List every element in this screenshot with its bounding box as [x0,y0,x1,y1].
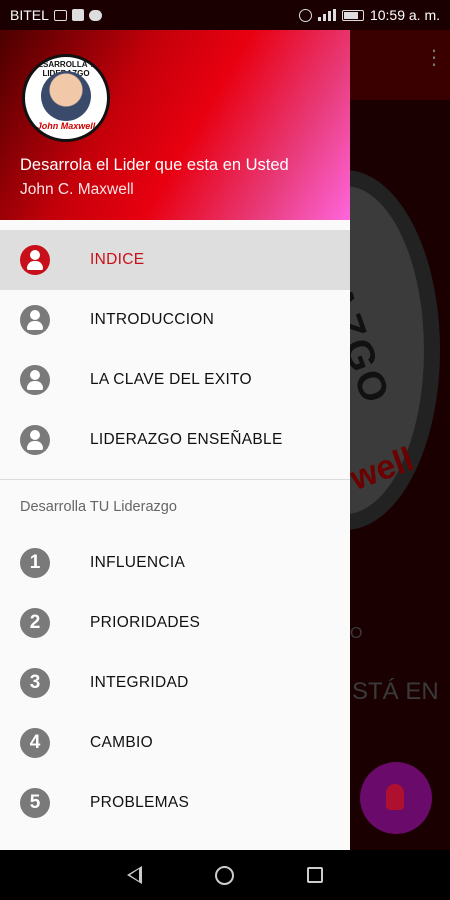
signal-icon [317,9,336,21]
status-left: BITEL [10,7,102,23]
floating-action-button[interactable] [360,762,432,834]
back-icon[interactable] [126,866,142,884]
author-photo [41,71,91,121]
clock: 10:59 a. m. [369,7,440,23]
menu-item-liderazgo-ensenable[interactable]: LIDERAZGO ENSEÑABLE [0,410,350,470]
home-icon[interactable] [214,865,234,885]
status-bar: BITEL 10:59 a. m. [0,0,450,30]
menu-item-label: INDICE [90,251,145,268]
person-icon [20,245,50,275]
section-title: Desarrolla TU Liderazgo [20,498,177,515]
menu-item-label: PRIORIDADES [90,614,201,631]
drawer-subtitle: John C. Maxwell [20,181,134,198]
number-5-icon: 5 [20,788,50,818]
menu-item-la-clave-del-exito[interactable]: LA CLAVE DEL EXITO [0,350,350,410]
menu-item-cambio[interactable]: 4 CAMBIO [0,713,350,773]
background-text: O [350,625,363,642]
alarm-icon [298,8,312,22]
menu-item-prioridades[interactable]: 2 PRIORIDADES [0,593,350,653]
menu-item-label: LA CLAVE DEL EXITO [90,371,252,388]
avatar: DESARROLLA TU LIDERAZGO John Maxwell [22,54,110,142]
number-1-icon: 1 [20,548,50,578]
person-icon [20,305,50,335]
menu-item-label: PROBLEMAS [90,794,190,811]
person-icon [20,365,50,395]
menu-item-problemas[interactable]: 5 PROBLEMAS [0,773,350,833]
carrier-label: BITEL [10,7,49,23]
menu-item-integridad[interactable]: 3 INTEGRIDAD [0,653,350,713]
drawer-header: DESARROLLA TU LIDERAZGO John Maxwell Des… [0,30,350,220]
menu-item-label: INFLUENCIA [90,554,186,571]
menu-item-introduccion[interactable]: INTRODUCCION [0,290,350,350]
system-nav-bar [0,850,450,900]
number-4-icon: 4 [20,728,50,758]
menu-item-label: CAMBIO [90,734,153,751]
menu-item-influencia[interactable]: 1 INFLUENCIA [0,533,350,593]
laptop-icon [53,9,67,21]
menu-item-label: INTRODUCCION [90,311,215,328]
menu-item-label: INTEGRIDAD [90,674,189,691]
drawer-menu: INDICE INTRODUCCION LA CLAVE DEL EXITO L… [0,220,350,833]
overflow-menu-icon[interactable]: ⋮ [424,48,444,75]
menu-item-indice[interactable]: INDICE [0,230,350,290]
chat-icon [88,9,102,21]
number-2-icon: 2 [20,608,50,638]
drawer-title: Desarrola el Lider que esta en Usted [20,156,289,174]
navigation-drawer: DESARROLLA TU LIDERAZGO John Maxwell Des… [0,30,350,850]
battery-icon [341,9,364,21]
menu-item-label: LIDERAZGO ENSEÑABLE [90,431,283,448]
recent-apps-icon[interactable] [307,867,324,883]
person-icon [20,425,50,455]
status-right: 10:59 a. m. [298,7,440,23]
facebook-icon [71,9,84,21]
background-title-text: STÁ EN [352,678,439,705]
number-3-icon: 3 [20,668,50,698]
avatar-caption-bottom: John Maxwell [36,121,96,131]
